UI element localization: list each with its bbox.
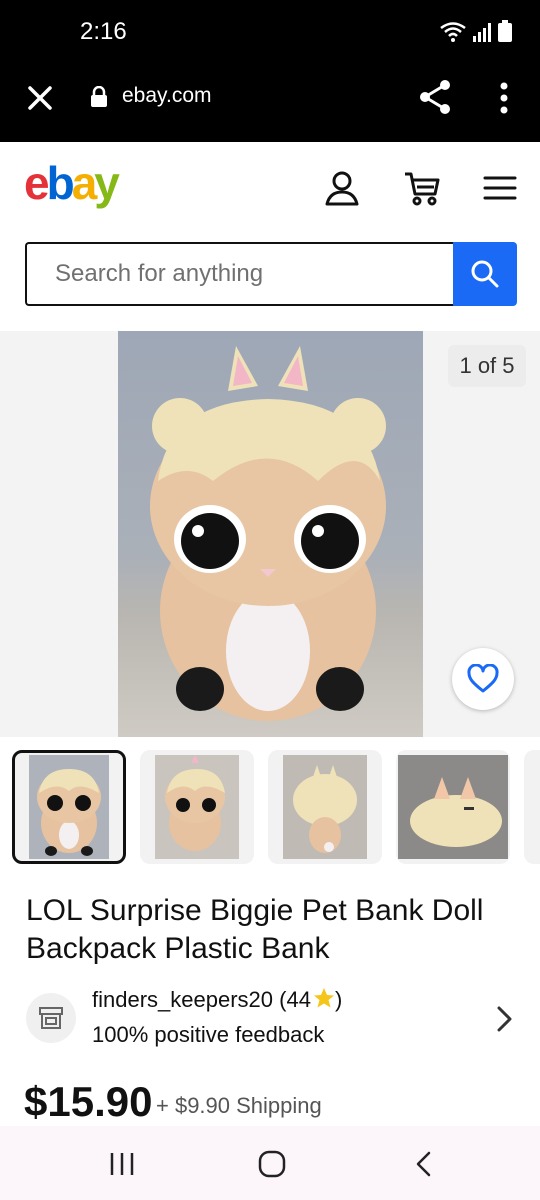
seller-name[interactable]: finders_keepers20 xyxy=(92,987,273,1012)
system-navigation-bar xyxy=(0,1126,540,1200)
wifi-icon xyxy=(440,22,466,42)
cart-icon xyxy=(405,172,440,206)
seller-info[interactable]: finders_keepers20 (44 ) xyxy=(92,987,342,1013)
add-to-watchlist-button[interactable] xyxy=(452,648,514,710)
listing-title: LOL Surprise Biggie Pet Bank Doll Backpa… xyxy=(26,894,484,965)
thumbnail-image xyxy=(398,755,508,859)
url-text[interactable]: ebay.com xyxy=(122,84,212,108)
account-button[interactable] xyxy=(322,168,362,208)
battery-icon xyxy=(498,20,512,42)
recents-icon xyxy=(110,1153,134,1175)
status-bar: 2:16 xyxy=(0,0,540,62)
product-photo[interactable] xyxy=(118,331,423,737)
browser-toolbar: ebay.com xyxy=(0,62,540,142)
menu-button[interactable] xyxy=(482,168,522,208)
seller-feedback: 100% positive feedback xyxy=(92,1022,325,1047)
site-header: ebay xyxy=(0,142,540,232)
status-icons xyxy=(440,20,512,42)
back-icon xyxy=(416,1151,431,1177)
seller-score: (44 xyxy=(279,987,311,1012)
logo-letter-a: a xyxy=(71,157,98,209)
more-options-button[interactable] xyxy=(492,78,516,118)
seller-avatar[interactable] xyxy=(26,993,76,1043)
thumbnail-image xyxy=(155,755,239,859)
search-bar xyxy=(25,242,517,306)
thumbnail-1[interactable] xyxy=(12,750,126,864)
thumbnail-2[interactable] xyxy=(140,750,254,864)
home-button[interactable] xyxy=(252,1148,292,1180)
ebay-logo[interactable]: ebay xyxy=(24,156,120,210)
cart-button[interactable] xyxy=(402,168,442,208)
thumbnail-image xyxy=(29,755,109,859)
back-button[interactable] xyxy=(404,1148,444,1180)
thumbnail-4[interactable] xyxy=(396,750,510,864)
star-icon xyxy=(313,988,334,1008)
share-button[interactable] xyxy=(416,78,454,116)
menu-icon xyxy=(483,176,517,200)
home-icon xyxy=(258,1150,286,1178)
user-icon xyxy=(325,171,359,206)
logo-letter-y: y xyxy=(94,157,120,209)
close-tab-button[interactable] xyxy=(22,80,58,116)
lock-icon xyxy=(91,86,107,107)
thumbnail-image xyxy=(283,755,367,859)
image-counter: 1 of 5 xyxy=(448,345,526,387)
search-input[interactable] xyxy=(25,242,453,306)
share-icon xyxy=(420,80,450,114)
search-button[interactable] xyxy=(453,242,517,306)
thumbnail-strip xyxy=(12,750,540,864)
store-icon xyxy=(39,1007,63,1029)
status-time: 2:16 xyxy=(80,18,127,45)
item-price: $15.90 xyxy=(24,1078,153,1125)
thumbnail-3[interactable] xyxy=(268,750,382,864)
logo-letter-e: e xyxy=(24,157,50,209)
search-icon xyxy=(471,260,499,288)
close-icon xyxy=(28,86,52,110)
shipping-cost: + $9.90 Shipping xyxy=(156,1093,322,1118)
thumbnail-5[interactable] xyxy=(524,750,540,864)
seller-score-close: ) xyxy=(334,987,343,1012)
heart-icon xyxy=(467,664,499,693)
more-vert-icon xyxy=(500,82,508,114)
product-photo-illustration xyxy=(118,331,423,737)
recents-button[interactable] xyxy=(102,1148,142,1180)
logo-letter-b: b xyxy=(46,157,75,209)
signal-icon xyxy=(473,23,491,42)
chevron-right-icon[interactable] xyxy=(494,1004,516,1034)
